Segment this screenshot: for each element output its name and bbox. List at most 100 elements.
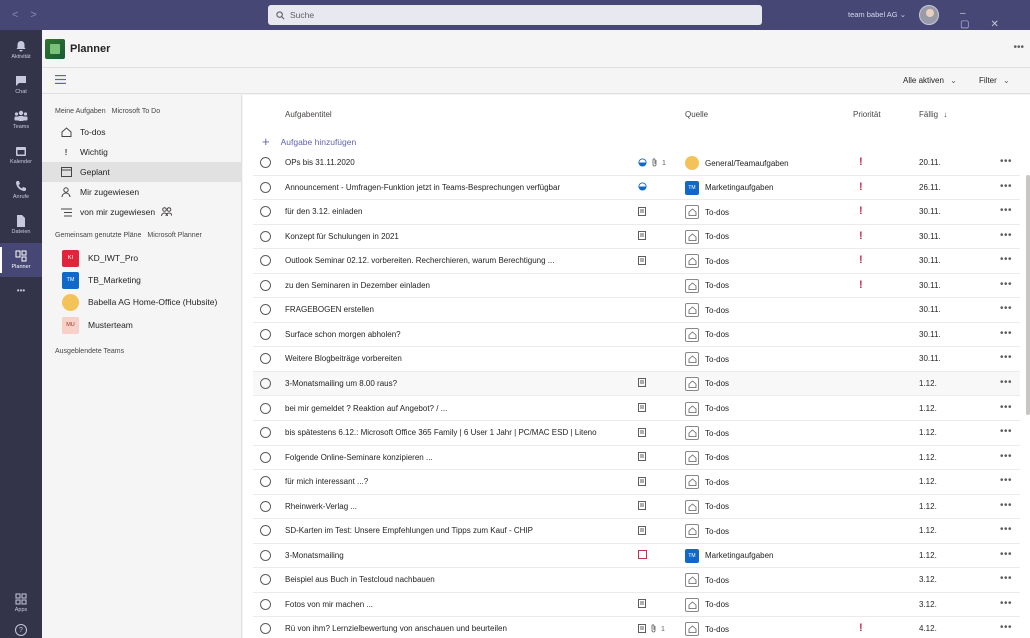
row-more-button[interactable]: •••	[1000, 475, 1012, 486]
complete-checkbox[interactable]	[260, 476, 271, 488]
sidebar-item-important[interactable]: ! Wichtig	[42, 142, 242, 162]
task-row[interactable]: Folgende Online-Seminare konzipieren ...…	[253, 446, 1020, 471]
rail-more[interactable]: •••	[0, 278, 42, 302]
rail-item-teams[interactable]: Teams	[0, 103, 42, 137]
complete-checkbox[interactable]	[260, 525, 271, 537]
complete-checkbox[interactable]	[260, 402, 271, 414]
rail-item-apps[interactable]: Apps	[0, 586, 42, 620]
complete-checkbox[interactable]	[260, 623, 271, 635]
row-more-button[interactable]: •••	[1000, 279, 1012, 290]
row-more-button[interactable]: •••	[1000, 622, 1012, 633]
task-title[interactable]: zu den Seminaren in Dezember einladen	[285, 281, 653, 290]
rail-item-calls[interactable]: Anrufe	[0, 173, 42, 207]
task-title[interactable]: 3-Monatsmailing	[285, 551, 653, 560]
row-more-button[interactable]: •••	[1000, 573, 1012, 584]
task-row[interactable]: Rheinwerk-Verlag ... To-dos 1.12. •••	[253, 495, 1020, 520]
task-row[interactable]: SD-Karten im Test: Unsere Empfehlungen u…	[253, 519, 1020, 544]
task-row[interactable]: Rü von ihm? Lernzielbewertung von anscha…	[253, 617, 1020, 638]
filter-dropdown[interactable]: Filter ⌄	[979, 76, 1010, 85]
task-row[interactable]: für den 3.12. einladen To-dos! 30.11. •••	[253, 200, 1020, 225]
row-more-button[interactable]: •••	[1000, 426, 1012, 437]
task-row[interactable]: Fotos von mir machen ... To-dos 3.12. •••	[253, 593, 1020, 618]
row-more-button[interactable]: •••	[1000, 181, 1012, 192]
row-more-button[interactable]: •••	[1000, 500, 1012, 511]
complete-checkbox[interactable]	[260, 279, 271, 291]
row-more-button[interactable]: •••	[1000, 156, 1012, 167]
rail-item-files[interactable]: Dateien	[0, 208, 42, 242]
row-more-button[interactable]: •••	[1000, 402, 1012, 413]
task-row[interactable]: Konzept für Schulungen in 2021 To-dos! 30.…	[253, 225, 1020, 250]
task-title[interactable]: FRAGEBOGEN erstellen	[285, 305, 653, 314]
rail-item-calendar[interactable]: Kalender	[0, 138, 42, 172]
complete-checkbox[interactable]	[260, 549, 271, 561]
task-row[interactable]: Surface schon morgen abholen? To-dos 30.11…	[253, 323, 1020, 348]
profile-avatar[interactable]	[919, 5, 939, 25]
row-more-button[interactable]: •••	[1000, 549, 1012, 560]
task-title[interactable]: für den 3.12. einladen	[285, 207, 653, 216]
app-more-button[interactable]: •••	[1013, 42, 1024, 53]
complete-checkbox[interactable]	[260, 328, 271, 340]
rail-help[interactable]: ?	[0, 620, 42, 638]
nav-arrows[interactable]: <>	[12, 9, 49, 21]
complete-checkbox[interactable]	[260, 255, 271, 267]
complete-checkbox[interactable]	[260, 574, 271, 586]
task-row[interactable]: FRAGEBOGEN erstellen To-dos 30.11. •••	[253, 298, 1020, 323]
complete-checkbox[interactable]	[260, 206, 271, 218]
row-more-button[interactable]: •••	[1000, 524, 1012, 535]
sidebar-item-assigned-to-me[interactable]: Mir zugewiesen	[42, 182, 242, 202]
rail-item-activity[interactable]: Aktivität	[0, 33, 42, 67]
task-title[interactable]: Announcement - Umfragen-Funktion jetzt i…	[285, 183, 653, 192]
complete-checkbox[interactable]	[260, 500, 271, 512]
task-row[interactable]: für mich interessant ...? To-dos 1.12. •••	[253, 470, 1020, 495]
task-title[interactable]: bis spätestens 6.12.: Microsoft Office 3…	[285, 428, 653, 437]
task-title[interactable]: 3-Monatsmailing um 8.00 raus?	[285, 379, 653, 388]
complete-checkbox[interactable]	[260, 181, 271, 193]
complete-checkbox[interactable]	[260, 451, 271, 463]
sidebar-plan-tb-marketing[interactable]: TM TB_Marketing	[42, 269, 242, 291]
column-header-priority[interactable]: Priorität	[853, 110, 881, 119]
sidebar-item-assigned-by-me[interactable]: von mir zugewiesen	[42, 202, 242, 222]
row-more-button[interactable]: •••	[1000, 598, 1012, 609]
row-more-button[interactable]: •••	[1000, 230, 1012, 241]
task-row[interactable]: 3-Monatsmailing um 8.00 raus? To-dos 1.12.…	[253, 371, 1020, 397]
row-more-button[interactable]: •••	[1000, 328, 1012, 339]
complete-checkbox[interactable]	[260, 353, 271, 365]
task-title[interactable]: Rü von ihm? Lernzielbewertung von anscha…	[285, 624, 653, 633]
task-row[interactable]: Announcement - Umfragen-Funktion jetzt i…	[253, 176, 1020, 201]
complete-checkbox[interactable]	[260, 230, 271, 242]
task-title[interactable]: OPs bis 31.11.2020	[285, 158, 653, 167]
task-row[interactable]: Beispiel aus Buch in Testcloud nachbauen…	[253, 568, 1020, 593]
task-title[interactable]: Weitere Blogbeiträge vorbereiten	[285, 354, 653, 363]
task-title[interactable]: Konzept für Schulungen in 2021	[285, 232, 653, 241]
sidebar-plan-musterteam[interactable]: MU Musterteam	[42, 314, 242, 336]
task-row[interactable]: 3-Monatsmailing TM Marketingaufgaben 1.12. •…	[253, 544, 1020, 569]
sidebar-plan-babella[interactable]: Babella AG Home-Office (Hubsite)	[42, 291, 242, 313]
task-title[interactable]: Outlook Seminar 02.12. vorbereiten. Rech…	[285, 256, 653, 265]
task-title[interactable]: Beispiel aus Buch in Testcloud nachbauen	[285, 575, 653, 584]
sidebar-plan-kd-iwt-pro[interactable]: KI KD_IWT_Pro	[42, 247, 242, 269]
sidebar-item-planned[interactable]: Geplant	[42, 162, 242, 182]
task-title[interactable]: SD-Karten im Test: Unsere Empfehlungen u…	[285, 526, 653, 535]
column-header-source[interactable]: Quelle	[685, 110, 708, 119]
task-row[interactable]: bis spätestens 6.12.: Microsoft Office 3…	[253, 421, 1020, 446]
task-title[interactable]: für mich interessant ...?	[285, 477, 653, 486]
rail-item-chat[interactable]: Chat	[0, 68, 42, 102]
row-more-button[interactable]: •••	[1000, 377, 1012, 388]
task-row[interactable]: bei mir gemeldet ? Reaktion auf Angebot?…	[253, 397, 1020, 421]
org-switcher[interactable]: team babel AG ⌄	[848, 10, 906, 19]
window-controls[interactable]: –▢✕	[960, 8, 1030, 30]
row-more-button[interactable]: •••	[1000, 303, 1012, 314]
search-box[interactable]: Suche	[268, 5, 762, 25]
row-more-button[interactable]: •••	[1000, 254, 1012, 265]
task-title[interactable]: Folgende Online-Seminare konzipieren ...	[285, 453, 653, 462]
row-more-button[interactable]: •••	[1000, 451, 1012, 462]
complete-checkbox[interactable]	[260, 157, 271, 168]
hamburger-icon[interactable]	[55, 75, 66, 86]
scrollbar[interactable]	[1026, 175, 1030, 415]
task-row[interactable]: Weitere Blogbeiträge vorbereiten To-dos 30…	[253, 347, 1020, 372]
complete-checkbox[interactable]	[260, 598, 271, 610]
task-title[interactable]: Fotos von mir machen ...	[285, 600, 653, 609]
task-row[interactable]: OPs bis 31.11.2020 1 General/Teamaufgaben!…	[253, 151, 1020, 176]
complete-checkbox[interactable]	[260, 304, 271, 316]
task-row[interactable]: zu den Seminaren in Dezember einladen To-…	[253, 274, 1020, 299]
